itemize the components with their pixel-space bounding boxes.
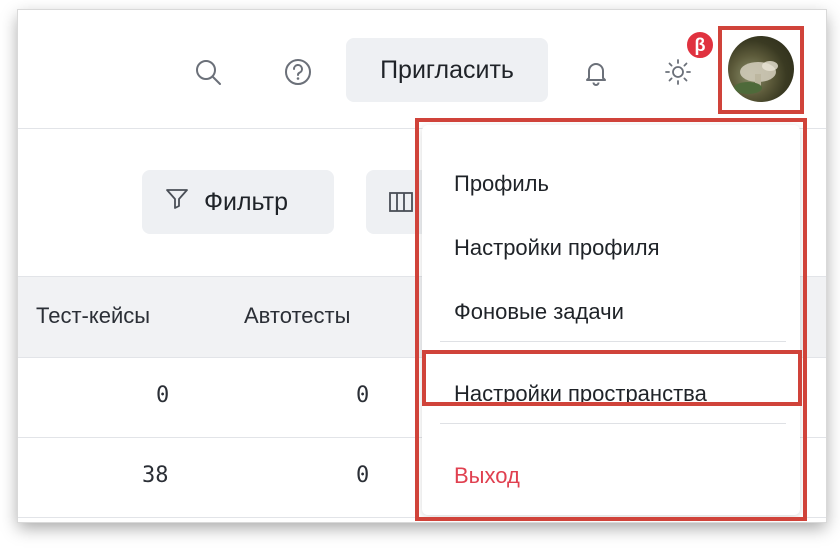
table-cell: 0 <box>356 383 370 408</box>
bell-icon[interactable] <box>574 50 618 94</box>
invite-button[interactable]: Пригласить <box>346 38 548 102</box>
avatar <box>728 36 794 102</box>
column-header-test-cases[interactable]: Тест-кейсы <box>36 303 150 329</box>
top-bar: Пригласить β <box>18 10 826 129</box>
filter-button-label: Фильтр <box>204 187 288 216</box>
table-cell: 38 <box>142 463 169 488</box>
profile-menu-highlight <box>415 118 807 521</box>
funnel-icon <box>164 186 190 219</box>
column-header-autotests[interactable]: Автотесты <box>244 303 350 329</box>
avatar-button[interactable] <box>718 26 804 114</box>
invite-button-label: Пригласить <box>380 55 514 84</box>
search-icon[interactable] <box>186 50 230 94</box>
table-cell: 0 <box>356 463 370 488</box>
table-cell: 0 <box>156 383 170 408</box>
columns-icon <box>388 189 414 220</box>
filter-button[interactable]: Фильтр <box>142 170 334 234</box>
app-window: Пригласить β Фильтр Тест-кейсы Автотесты… <box>18 10 826 522</box>
workspace-settings-highlight <box>422 350 802 406</box>
help-icon[interactable] <box>276 50 320 94</box>
beta-badge: β <box>685 30 715 60</box>
